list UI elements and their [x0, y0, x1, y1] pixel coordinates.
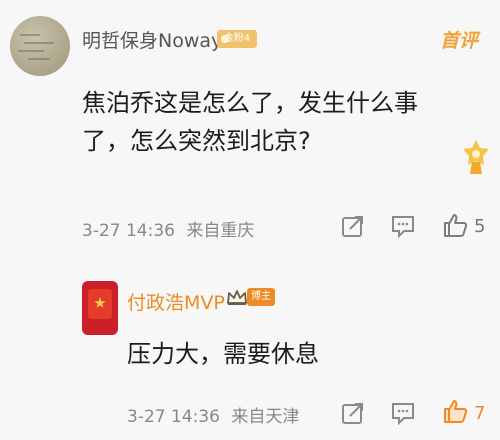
- thumb-up-icon[interactable]: [442, 398, 468, 424]
- share-icon[interactable]: [340, 213, 366, 239]
- comment-time: 3-27 14:36: [82, 221, 175, 241]
- reply-text: 压力大，需要休息: [127, 340, 319, 368]
- comment-text: 焦泊乔这是怎么了，发生什么事了，怎么突然到北京?: [82, 89, 418, 155]
- commenter-name[interactable]: 明哲保身Noway: [82, 26, 222, 53]
- fan-badge: 金粉4: [217, 30, 257, 48]
- blogger-badge: 博主: [247, 288, 275, 306]
- trophy-icon: [463, 140, 489, 174]
- top-rated-label: 首评: [439, 30, 478, 52]
- like-count: 5: [474, 216, 486, 237]
- reply-source: 来自天津: [231, 407, 300, 427]
- comment-icon[interactable]: [390, 213, 416, 239]
- avatar[interactable]: [10, 16, 70, 76]
- like-count: 7: [474, 403, 486, 424]
- comment-icon[interactable]: [390, 400, 416, 426]
- thumb-up-icon[interactable]: [442, 212, 468, 238]
- reply-author-name[interactable]: 付政浩MVP: [127, 288, 225, 315]
- crown-icon: [227, 290, 247, 305]
- share-icon[interactable]: [340, 400, 366, 426]
- reply-avatar[interactable]: [82, 281, 118, 335]
- comment-meta: 3-27 14:36 来自重庆: [82, 216, 254, 241]
- reply-time: 3-27 14:36: [127, 407, 220, 427]
- comment-card: 明哲保身Noway 金粉4 首评 焦泊乔这是怎么了，发生什么事了，怎么突然到北京…: [0, 0, 500, 440]
- comment-source: 来自重庆: [186, 221, 255, 241]
- reply-meta: 3-27 14:36 来自天津: [127, 402, 299, 427]
